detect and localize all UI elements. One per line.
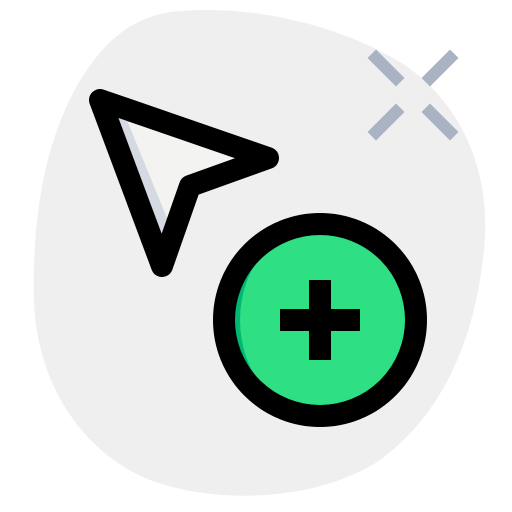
icon-canvas xyxy=(0,0,512,512)
add-circle-icon xyxy=(213,213,427,427)
cursor-add-icon xyxy=(33,10,486,496)
